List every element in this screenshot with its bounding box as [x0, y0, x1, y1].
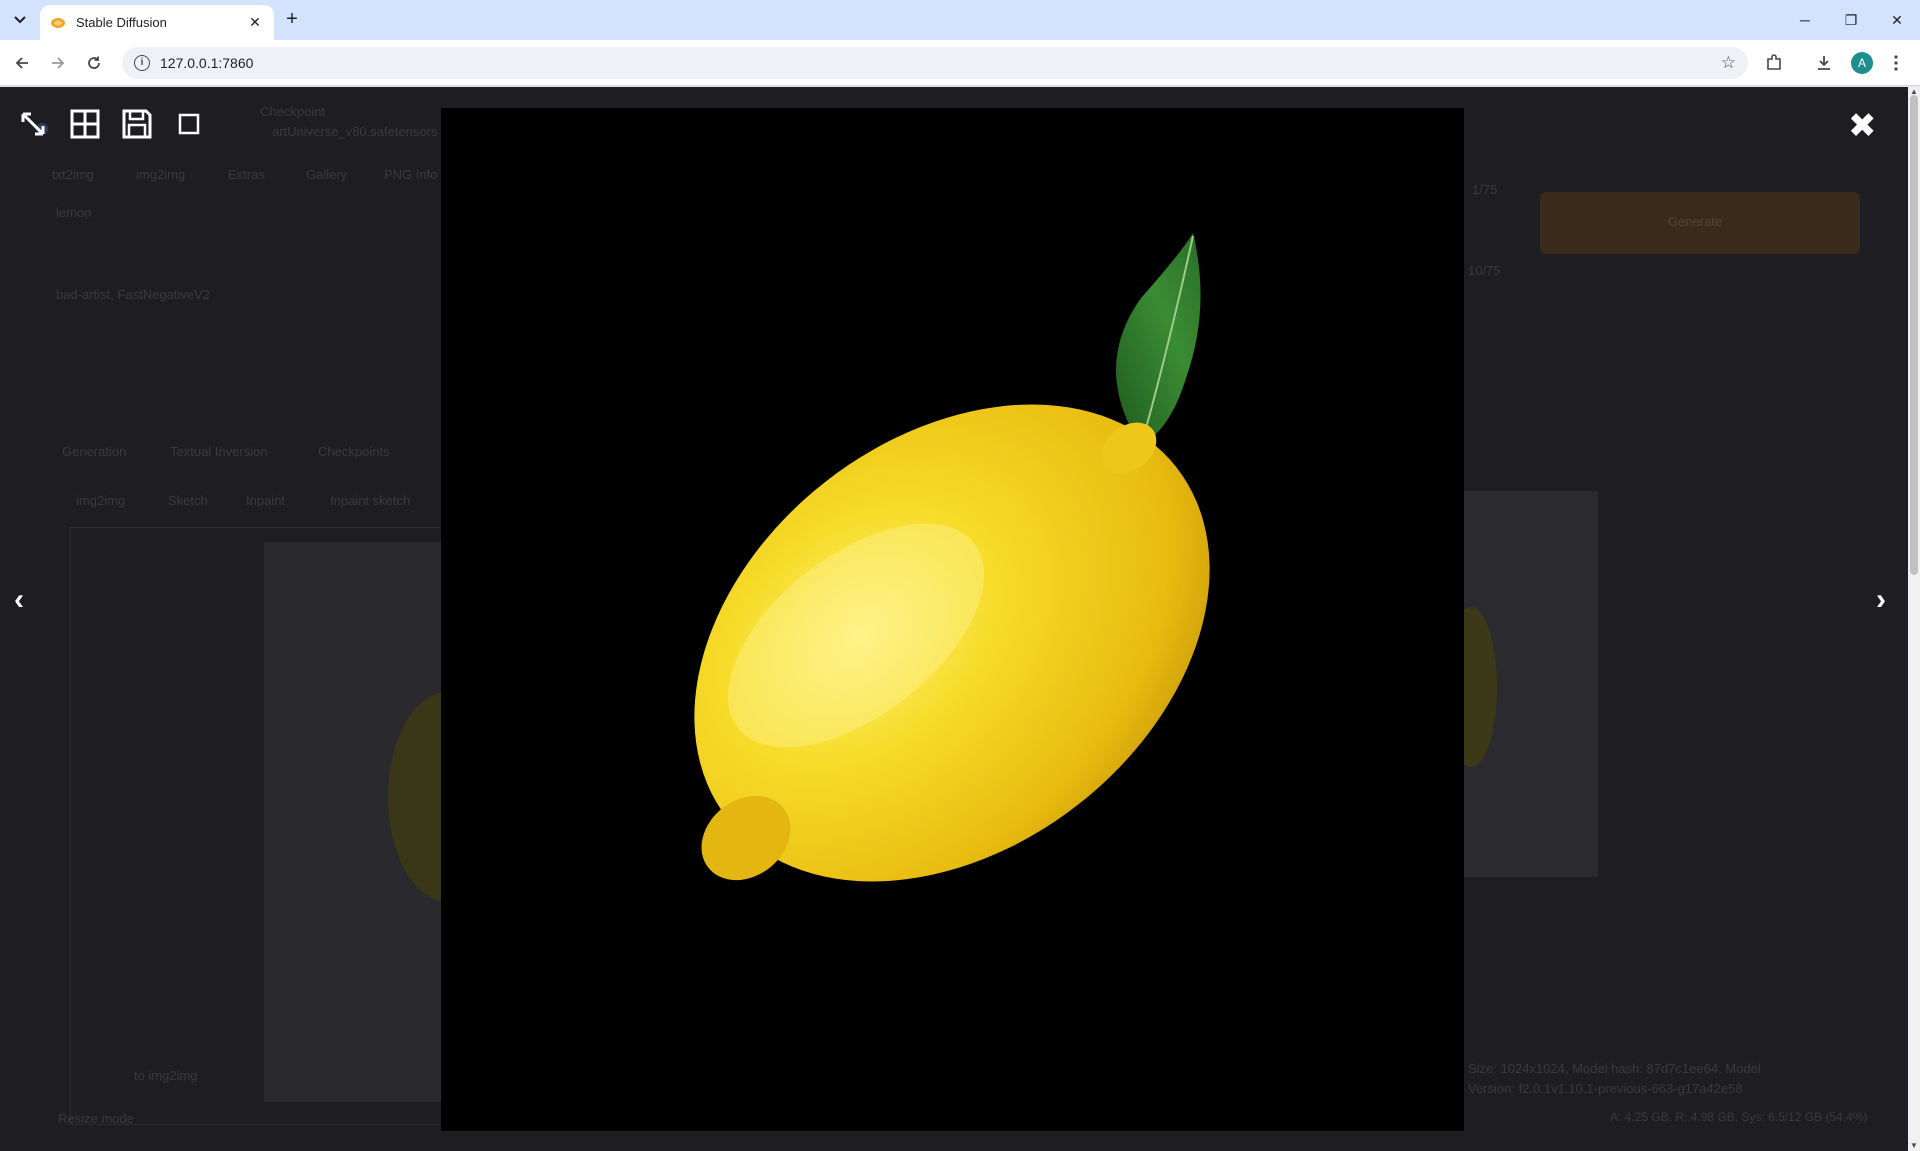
browser-tab-active[interactable]: Stable Diffusion ✕: [40, 5, 274, 40]
tab-title: Stable Diffusion: [76, 15, 167, 30]
page-scrollbar[interactable]: ▲ ▼: [1908, 87, 1920, 1151]
address-bar[interactable]: i 127.0.0.1:7860 ☆: [122, 47, 1748, 79]
browser-toolbar: i 127.0.0.1:7860 ☆: [0, 40, 1920, 86]
arrow-left-icon: [15, 57, 28, 69]
stable-diffusion-favicon-icon: [51, 17, 65, 28]
restore-button[interactable]: ❐: [1828, 0, 1874, 40]
profile-avatar[interactable]: A: [1851, 52, 1873, 74]
scrollbar-thumb[interactable]: [1910, 95, 1918, 575]
lemon-image: [694, 233, 1210, 882]
save-image-icon: [122, 109, 152, 139]
fullscreen-toggle-button[interactable]: [14, 105, 52, 143]
lightbox-close-icon[interactable]: ✖: [1848, 109, 1877, 143]
puzzle-icon: [1767, 54, 1781, 70]
reload-icon: [88, 56, 100, 69]
image-lightbox: ✖ ‹ ›: [0, 87, 1908, 1151]
back-button[interactable]: [10, 51, 34, 75]
zoom-fit-button[interactable]: [170, 105, 208, 143]
browser-tab-bar: Stable Diffusion ✕ + ─ ❐ ✕: [0, 0, 1920, 40]
tab-search-button[interactable]: [8, 8, 32, 32]
scroll-down-arrow-icon[interactable]: ▼: [1908, 1141, 1920, 1151]
site-info-icon[interactable]: i: [134, 55, 150, 71]
download-icon: [1818, 56, 1830, 70]
lightbox-next-arrow[interactable]: ›: [1876, 585, 1886, 615]
fullscreen-toggle-icon: [21, 112, 45, 136]
extensions-button[interactable]: [1762, 51, 1786, 75]
forward-button[interactable]: [46, 51, 70, 75]
lightbox-prev-arrow[interactable]: ‹: [14, 585, 24, 615]
address-url: 127.0.0.1:7860: [160, 55, 254, 71]
zoom-fit-icon: [178, 113, 200, 135]
lightbox-controls: [14, 105, 208, 143]
tab-close-icon[interactable]: ✕: [246, 14, 264, 31]
downloads-button[interactable]: [1812, 51, 1836, 75]
reload-button[interactable]: [82, 51, 106, 75]
tile-view-icon: [70, 109, 100, 139]
bookmark-star-icon[interactable]: ☆: [1721, 53, 1736, 73]
browser-menu-button[interactable]: [1884, 51, 1908, 75]
new-tab-button[interactable]: +: [280, 8, 304, 32]
window-close-button[interactable]: ✕: [1874, 0, 1920, 40]
save-image-button[interactable]: [118, 105, 156, 143]
lightbox-image: [441, 108, 1464, 1131]
minimize-button[interactable]: ─: [1782, 0, 1828, 40]
kebab-menu-icon: [1894, 55, 1898, 71]
chevron-down-icon: [14, 16, 26, 24]
arrow-right-icon: [52, 57, 65, 69]
lemon-body-group: [694, 404, 1210, 882]
lemon-leaf: [1116, 233, 1201, 446]
tile-view-button[interactable]: [66, 105, 104, 143]
